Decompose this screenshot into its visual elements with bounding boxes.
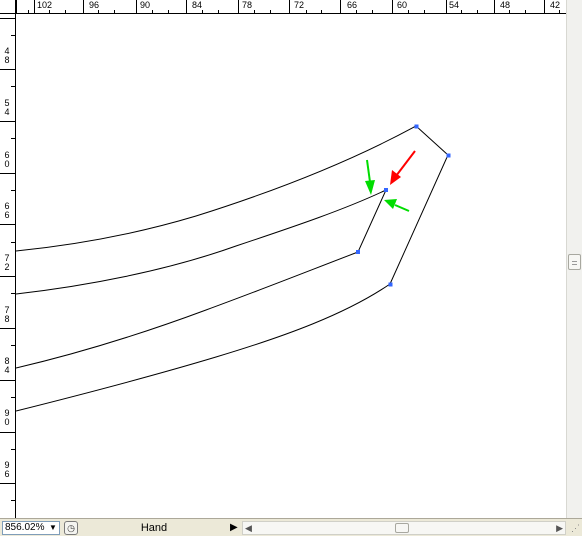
horizontal-scroll-thumb[interactable] xyxy=(395,523,409,533)
vector-path-inner[interactable] xyxy=(16,188,388,369)
ruler-tick xyxy=(0,328,15,329)
ruler-label: 102 xyxy=(37,0,53,10)
vector-path-outer[interactable] xyxy=(16,125,449,412)
vertical-scrollbar[interactable] xyxy=(566,0,582,518)
ruler-tick xyxy=(494,0,495,13)
anchor-point[interactable] xyxy=(384,188,388,192)
ruler-tick xyxy=(16,0,17,13)
ruler-label: 48 xyxy=(500,0,511,10)
vertical-ruler[interactable]: 4 8 5 4 6 0 6 6 7 2 7 8 8 4 9 0 9 6 xyxy=(0,14,16,518)
ruler-label: 66 xyxy=(347,0,358,10)
ruler-tick xyxy=(0,483,15,484)
ruler-origin-corner[interactable] xyxy=(0,0,16,14)
anchor-point[interactable] xyxy=(388,282,393,287)
anchor-point[interactable] xyxy=(446,153,451,158)
artboard-canvas[interactable] xyxy=(16,14,566,518)
horizontal-ruler[interactable]: 102 96 90 84 78 72 66 60 54 48 42 xyxy=(16,0,566,14)
ruler-tick xyxy=(0,432,15,433)
ruler-label: 4 xyxy=(4,107,10,117)
ruler-tick xyxy=(136,0,137,13)
ruler-tick xyxy=(446,0,447,13)
status-info-icon[interactable]: ◷ xyxy=(64,521,78,535)
ruler-tick xyxy=(0,69,15,70)
ruler-label: 78 xyxy=(242,0,253,10)
resize-grip-icon[interactable]: ⋰ xyxy=(568,522,580,534)
red-arrow-annotation xyxy=(395,150,416,177)
ruler-tick xyxy=(0,18,15,19)
ruler-label: 6 xyxy=(4,210,10,220)
status-bar: 856.02% ▼ ◷ Hand ▶ ◀ ▶ ⋰ xyxy=(0,518,582,536)
ruler-label: 72 xyxy=(294,0,305,10)
ruler-tick xyxy=(186,0,187,13)
ruler-tick xyxy=(289,0,290,13)
ruler-tick xyxy=(0,380,15,381)
ruler-label: 54 xyxy=(449,0,460,10)
green-arrowhead xyxy=(384,199,397,209)
green-arrowhead xyxy=(365,180,375,195)
ruler-label: 84 xyxy=(192,0,203,10)
ruler-tick xyxy=(34,0,35,13)
ruler-tick xyxy=(83,0,84,13)
ruler-tick xyxy=(0,173,15,174)
ruler-label: 60 xyxy=(397,0,408,10)
green-arrow-annotation xyxy=(366,159,371,183)
artwork-svg xyxy=(16,124,451,412)
ruler-tick xyxy=(340,0,341,13)
ruler-label: 42 xyxy=(550,0,561,10)
scroll-right-icon[interactable]: ▶ xyxy=(556,522,563,534)
ruler-label: 0 xyxy=(4,417,10,427)
ruler-tick xyxy=(238,0,239,13)
horizontal-scrollbar[interactable]: ◀ ▶ xyxy=(242,521,566,535)
ruler-label: 90 xyxy=(140,0,151,10)
ruler-tick xyxy=(392,0,393,13)
ruler-label: 8 xyxy=(4,55,10,65)
ruler-label: 96 xyxy=(89,0,100,10)
ruler-label: 8 xyxy=(4,314,10,324)
ruler-tick xyxy=(0,224,15,225)
zoom-level-value: 856.02% xyxy=(5,522,45,533)
green-arrow-annotation xyxy=(394,204,410,212)
ruler-tick xyxy=(0,121,15,122)
ruler-label: 2 xyxy=(4,262,10,272)
ruler-label: 0 xyxy=(4,159,10,169)
scroll-left-icon[interactable]: ◀ xyxy=(245,522,252,534)
ruler-label: 4 xyxy=(4,365,10,375)
anchor-point[interactable] xyxy=(356,250,360,254)
ruler-tick xyxy=(544,0,545,13)
anchor-point[interactable] xyxy=(414,124,419,129)
triangle-right-icon[interactable]: ▶ xyxy=(230,522,240,534)
vertical-scroll-thumb[interactable] xyxy=(568,254,581,270)
current-tool-label[interactable]: Hand xyxy=(84,521,224,535)
ruler-label: 6 xyxy=(4,469,10,479)
zoom-level-field[interactable]: 856.02% ▼ xyxy=(2,521,60,535)
ruler-tick xyxy=(0,276,15,277)
illustrator-document-window: 102 96 90 84 78 72 66 60 54 48 42 4 8 5 xyxy=(0,0,582,536)
triangle-down-icon[interactable]: ▼ xyxy=(48,523,58,533)
